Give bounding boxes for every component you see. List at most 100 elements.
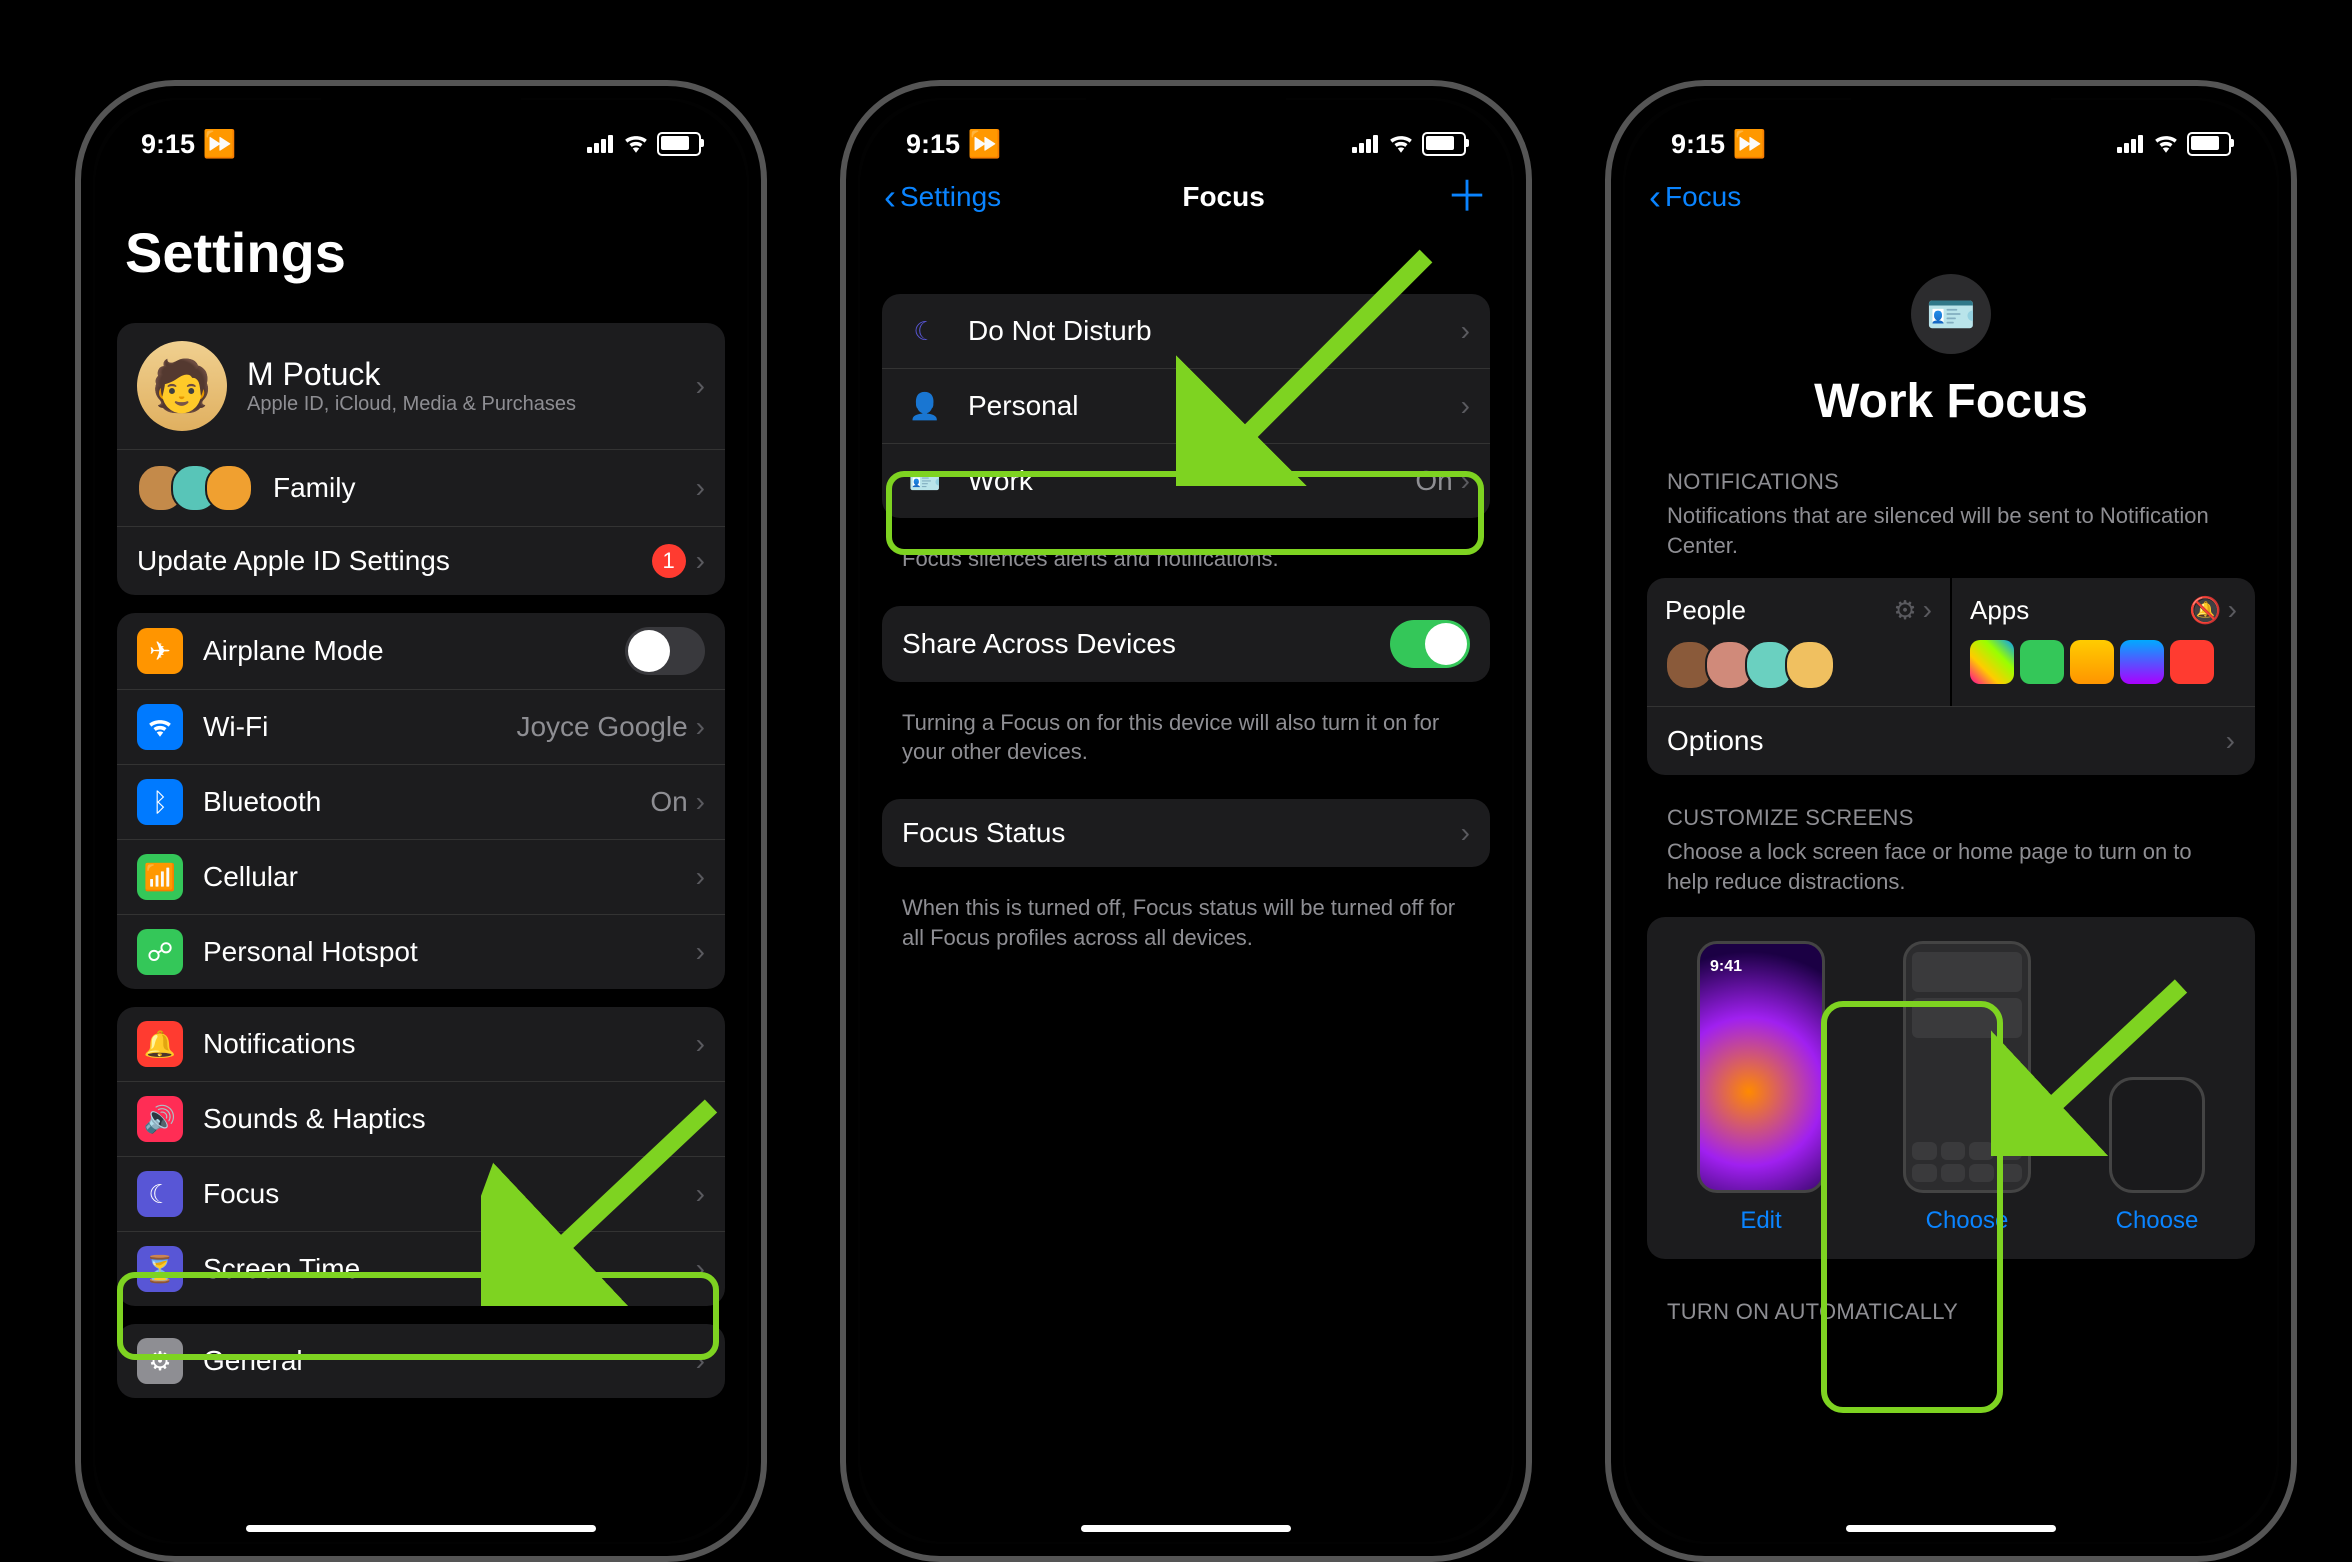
- battery-icon: [2187, 132, 2231, 156]
- focus-footer: Focus silences alerts and notifications.: [860, 536, 1512, 588]
- gear-icon: ⚙︎: [1893, 595, 1916, 626]
- personal-row[interactable]: 👤 Personal ›: [882, 368, 1490, 443]
- wifi-icon: [623, 129, 649, 160]
- back-button[interactable]: ‹ Focus: [1649, 176, 1741, 218]
- add-button[interactable]: ＋: [1446, 176, 1488, 218]
- chevron-icon: ›: [696, 545, 705, 577]
- chevron-icon: ›: [2226, 725, 2235, 757]
- hourglass-icon: ⏳: [137, 1246, 183, 1292]
- bluetooth-row[interactable]: ᛒ Bluetooth On ›: [117, 764, 725, 839]
- phone-settings: 9:15 ⏩ Settings 🧑 M Potuck Apple ID, iCl…: [75, 80, 767, 1562]
- choose-home-button[interactable]: Choose: [1903, 1207, 2031, 1235]
- share-footer: Turning a Focus on for this device will …: [860, 700, 1512, 781]
- airplane-icon: ✈︎: [137, 628, 183, 674]
- cellular-row[interactable]: 📶 Cellular ›: [117, 839, 725, 914]
- options-row[interactable]: Options ›: [1647, 706, 2255, 775]
- notch: [1851, 86, 2051, 128]
- bell-slash-icon: 🔕: [2189, 595, 2221, 626]
- dnd-row[interactable]: ☾ Do Not Disturb ›: [882, 294, 1490, 368]
- chevron-icon: ›: [696, 1253, 705, 1285]
- profile-name: M Potuck: [247, 356, 696, 393]
- chevron-left-icon: ‹: [884, 176, 896, 218]
- bluetooth-icon: ᛒ: [137, 779, 183, 825]
- sounds-row[interactable]: 🔊 Sounds & Haptics ›: [117, 1081, 725, 1156]
- people-tile[interactable]: People ⚙︎›: [1647, 578, 1950, 706]
- airplane-toggle[interactable]: [625, 627, 705, 675]
- family-row[interactable]: Family ›: [117, 449, 725, 526]
- signal-icon: [2117, 135, 2145, 153]
- focus-status-row[interactable]: Focus Status ›: [882, 799, 1490, 867]
- status-time: 9:15 ⏩: [141, 128, 236, 160]
- hotspot-icon: ☍: [137, 929, 183, 975]
- screentime-row[interactable]: ⏳ Screen Time ›: [117, 1231, 725, 1306]
- chevron-icon: ›: [696, 472, 705, 504]
- phone-focus-list: 9:15 ⏩ ‹ Settings Focus ＋ ☾ Do Not Distu…: [840, 80, 1532, 1562]
- apps-tile[interactable]: Apps 🔕›: [1952, 578, 2255, 706]
- general-row[interactable]: ⚙︎ General ›: [117, 1324, 725, 1398]
- nav-title: Focus: [1182, 181, 1264, 213]
- lock-screen-thumb[interactable]: 9:41: [1697, 941, 1825, 1193]
- gear-icon: ⚙︎: [137, 1338, 183, 1384]
- wifi-icon: [2153, 129, 2179, 160]
- wifi-square-icon: [137, 704, 183, 750]
- watch-face-thumb[interactable]: [2109, 1077, 2205, 1193]
- moon-icon: ☾: [902, 308, 948, 354]
- home-indicator[interactable]: [1081, 1525, 1291, 1532]
- bell-icon: 🔔: [137, 1021, 183, 1067]
- customize-header: CUSTOMIZE SCREENS: [1625, 775, 2277, 835]
- notifications-header: NOTIFICATIONS: [1625, 439, 2277, 499]
- notch: [321, 86, 521, 128]
- chevron-icon: ›: [696, 711, 705, 743]
- chevron-icon: ›: [696, 936, 705, 968]
- family-avatars: [137, 464, 253, 512]
- memoji-avatar: 🧑: [137, 341, 227, 431]
- wifi-network: Joyce Google: [516, 711, 687, 743]
- hotspot-row[interactable]: ☍ Personal Hotspot ›: [117, 914, 725, 989]
- signal-icon: [1352, 135, 1380, 153]
- chevron-icon: ›: [1461, 390, 1470, 422]
- edit-button[interactable]: Edit: [1697, 1207, 1825, 1235]
- speaker-icon: 🔊: [137, 1096, 183, 1142]
- battery-icon: [1422, 132, 1466, 156]
- person-icon: 👤: [902, 383, 948, 429]
- chevron-left-icon: ‹: [1649, 176, 1661, 218]
- wifi-icon: [1388, 129, 1414, 160]
- cellular-icon: 📶: [137, 854, 183, 900]
- focus-title: Work Focus: [1625, 374, 2277, 429]
- chevron-icon: ›: [696, 786, 705, 818]
- lanyard-icon: 🪪: [1911, 274, 1991, 354]
- notifications-subtitle: Notifications that are silenced will be …: [1625, 499, 2277, 570]
- chevron-icon: ›: [696, 1345, 705, 1377]
- chevron-icon: ›: [696, 370, 705, 402]
- profile-group: 🧑 M Potuck Apple ID, iCloud, Media & Pur…: [117, 323, 725, 595]
- share-devices-row[interactable]: Share Across Devices: [882, 606, 1490, 682]
- status-time: 9:15 ⏩: [1671, 128, 1766, 160]
- chevron-icon: ›: [696, 1178, 705, 1210]
- chevron-icon: ›: [1461, 465, 1470, 497]
- chevron-icon: ›: [1461, 315, 1470, 347]
- focus-hero: 🪪 Work Focus: [1625, 274, 2277, 429]
- apple-id-row[interactable]: 🧑 M Potuck Apple ID, iCloud, Media & Pur…: [117, 323, 725, 449]
- wifi-row[interactable]: Wi-Fi Joyce Google ›: [117, 689, 725, 764]
- choose-watch-button[interactable]: Choose: [2109, 1207, 2205, 1235]
- app-icons: [1970, 640, 2237, 684]
- home-indicator[interactable]: [246, 1525, 596, 1532]
- chevron-icon: ›: [696, 861, 705, 893]
- share-toggle[interactable]: [1390, 620, 1470, 668]
- auto-header: TURN ON AUTOMATICALLY: [1625, 1259, 2277, 1329]
- notifications-row[interactable]: 🔔 Notifications ›: [117, 1007, 725, 1081]
- page-title: Settings: [95, 160, 747, 305]
- focus-row[interactable]: ☾ Focus ›: [117, 1156, 725, 1231]
- home-screen-thumb[interactable]: [1903, 941, 2031, 1193]
- status-footer: When this is turned off, Focus status wi…: [860, 885, 1512, 966]
- update-apple-id-row[interactable]: Update Apple ID Settings 1 ›: [117, 526, 725, 595]
- chevron-icon: ›: [1923, 594, 1932, 626]
- phone-work-focus: 9:15 ⏩ ‹ Focus 🪪 Work Focus NOTIFICATION…: [1605, 80, 2297, 1562]
- work-row[interactable]: 🪪 Work On ›: [882, 443, 1490, 518]
- airplane-mode-row[interactable]: ✈︎ Airplane Mode: [117, 613, 725, 689]
- home-indicator[interactable]: [1846, 1525, 2056, 1532]
- signal-icon: [587, 135, 615, 153]
- customize-subtitle: Choose a lock screen face or home page t…: [1625, 835, 2277, 906]
- back-button[interactable]: ‹ Settings: [884, 176, 1001, 218]
- profile-subtitle: Apple ID, iCloud, Media & Purchases: [247, 393, 696, 416]
